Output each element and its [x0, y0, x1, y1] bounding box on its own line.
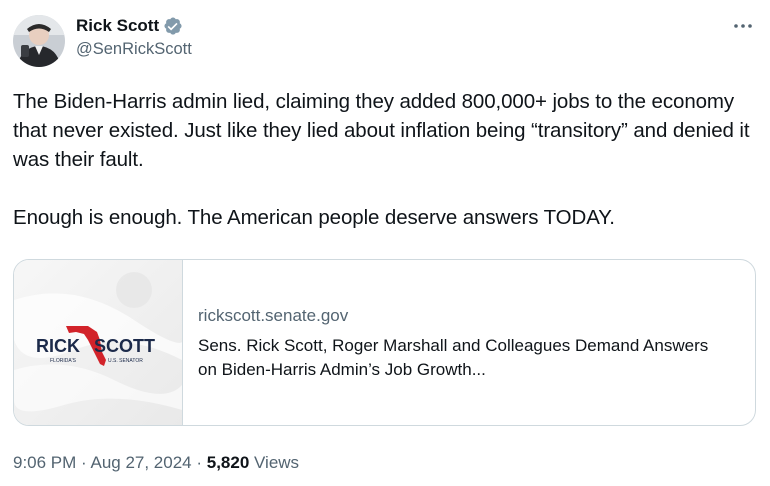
tweet: Rick Scott @SenRickScott The Biden-Harri…	[0, 0, 770, 486]
tweet-time[interactable]: 9:06 PM	[13, 453, 76, 472]
meta-separator: ·	[76, 453, 91, 472]
link-card-thumbnail: RICK SCOTT FLORIDA'S U.S. SENATOR	[14, 260, 183, 425]
meta-separator: ·	[191, 453, 207, 472]
verified-badge-icon	[163, 16, 183, 36]
avatar-photo	[13, 15, 65, 67]
logo-rick-text: RICK	[36, 336, 80, 356]
more-options-icon[interactable]	[728, 16, 758, 36]
avatar[interactable]	[13, 15, 65, 67]
link-card-title: Sens. Rick Scott, Roger Marshall and Col…	[198, 336, 709, 379]
views-count: 5,820	[206, 453, 250, 472]
views-label: Views	[249, 453, 300, 472]
tweet-meta: 9:06 PM · Aug 27, 2024 · 5,820 Views	[13, 451, 299, 475]
logo-sub-right-text: U.S. SENATOR	[108, 358, 143, 364]
author-block: Rick Scott @SenRickScott	[76, 14, 192, 59]
tweet-text: The Biden-Harris admin lied, claiming th…	[13, 90, 750, 229]
link-card[interactable]: RICK SCOTT FLORIDA'S U.S. SENATOR ricksc…	[13, 259, 756, 426]
views[interactable]: 5,820 Views	[207, 453, 299, 472]
tweet-date[interactable]: Aug 27, 2024	[90, 453, 191, 472]
logo-scott-text: SCOTT	[94, 336, 155, 356]
link-card-domain: rickscott.senate.gov	[198, 306, 349, 325]
display-name[interactable]: Rick Scott	[76, 16, 159, 36]
logo-sub-left-text: FLORIDA'S	[50, 358, 77, 364]
handle[interactable]: @SenRickScott	[76, 40, 192, 59]
